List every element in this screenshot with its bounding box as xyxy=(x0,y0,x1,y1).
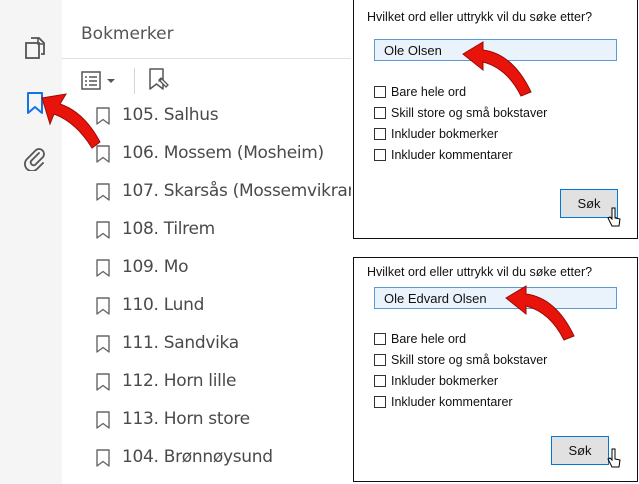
bookmark-label: 109. Mo xyxy=(122,257,189,277)
bookmark-icon xyxy=(96,297,110,315)
checkbox[interactable] xyxy=(374,396,386,408)
bookmark-label: 105. Salhus xyxy=(122,105,219,125)
option-label: Inkluder bokmerker xyxy=(391,127,498,141)
checkbox[interactable] xyxy=(374,86,386,98)
bookmark-label: 104. Brønnøysund xyxy=(122,447,273,467)
bookmark-label: 107. Skarsås (Mossemvikran) xyxy=(122,181,351,201)
bookmark-item[interactable]: 108. Tilrem xyxy=(62,211,351,249)
checkbox[interactable] xyxy=(374,128,386,140)
divider xyxy=(62,58,351,59)
annotation-arrow xyxy=(505,285,575,341)
option-label: Skill store og små bokstaver xyxy=(391,106,548,120)
new-bookmark-icon[interactable] xyxy=(144,66,172,94)
bookmark-icon xyxy=(96,449,110,467)
bookmark-icon xyxy=(96,411,110,429)
option-label: Inkluder bokmerker xyxy=(391,374,498,388)
search-prompt: Hvilket ord eller uttrykk vil du søke et… xyxy=(367,265,593,279)
option-label: Inkluder kommentarer xyxy=(391,148,513,162)
checkbox[interactable] xyxy=(374,149,386,161)
pane-title: Bokmerker xyxy=(81,24,174,44)
option-label: Bare hele ord xyxy=(391,85,467,99)
bookmark-item[interactable]: 113. Horn store xyxy=(62,401,351,439)
search-prompt: Hvilket ord eller uttrykk vil du søke et… xyxy=(367,10,593,24)
annotation-arrow xyxy=(41,93,101,149)
bookmark-icon xyxy=(96,183,110,201)
bookmark-item[interactable]: 110. Lund xyxy=(62,287,351,325)
options-menu-button[interactable] xyxy=(80,69,124,93)
side-toolstrip xyxy=(0,0,63,484)
bookmark-item[interactable]: 109. Mo xyxy=(62,249,351,287)
mouse-cursor-icon xyxy=(607,448,621,468)
bookmarks-pane: Bokmerker 105. Salhus 106. Mossem (Moshe… xyxy=(62,0,351,484)
bookmark-item[interactable]: 104. Brønnøysund xyxy=(62,439,351,477)
bookmark-label: 112. Horn lille xyxy=(122,371,237,391)
checkbox[interactable] xyxy=(374,375,386,387)
checkbox[interactable] xyxy=(374,107,386,119)
bookmark-icon xyxy=(96,335,110,353)
option-label: Inkluder kommentarer xyxy=(391,395,513,409)
bookmark-icon xyxy=(96,221,110,239)
search-dialog: Hvilket ord eller uttrykk vil du søke et… xyxy=(353,257,638,482)
toolbar-divider xyxy=(134,68,135,94)
checkbox[interactable] xyxy=(374,333,386,345)
annotation-arrow xyxy=(462,41,532,97)
search-dialog: Hvilket ord eller uttrykk vil du søke et… xyxy=(353,0,638,239)
bookmark-icon xyxy=(96,259,110,277)
bookmark-label: 110. Lund xyxy=(122,295,205,315)
bookmark-item[interactable]: 112. Horn lille xyxy=(62,363,351,401)
bookmark-label: 108. Tilrem xyxy=(122,219,215,239)
bookmark-label: 106. Mossem (Mosheim) xyxy=(122,143,324,163)
bookmark-item[interactable]: 111. Sandvika xyxy=(62,325,351,363)
acrobat-navigation-panel: Bokmerker 105. Salhus 106. Mossem (Moshe… xyxy=(0,0,351,484)
search-button[interactable]: Søk xyxy=(551,436,609,465)
checkbox[interactable] xyxy=(374,354,386,366)
option-label: Bare hele ord xyxy=(391,332,467,346)
option-label: Skill store og små bokstaver xyxy=(391,353,548,367)
page-thumbnails-icon[interactable] xyxy=(23,36,47,60)
bookmark-item[interactable]: 107. Skarsås (Mossemvikran) xyxy=(62,173,351,211)
bookmark-icon xyxy=(96,373,110,391)
bookmark-label: 113. Horn store xyxy=(122,409,250,429)
mouse-cursor-icon xyxy=(607,207,621,227)
bookmark-label: 111. Sandvika xyxy=(122,333,239,353)
